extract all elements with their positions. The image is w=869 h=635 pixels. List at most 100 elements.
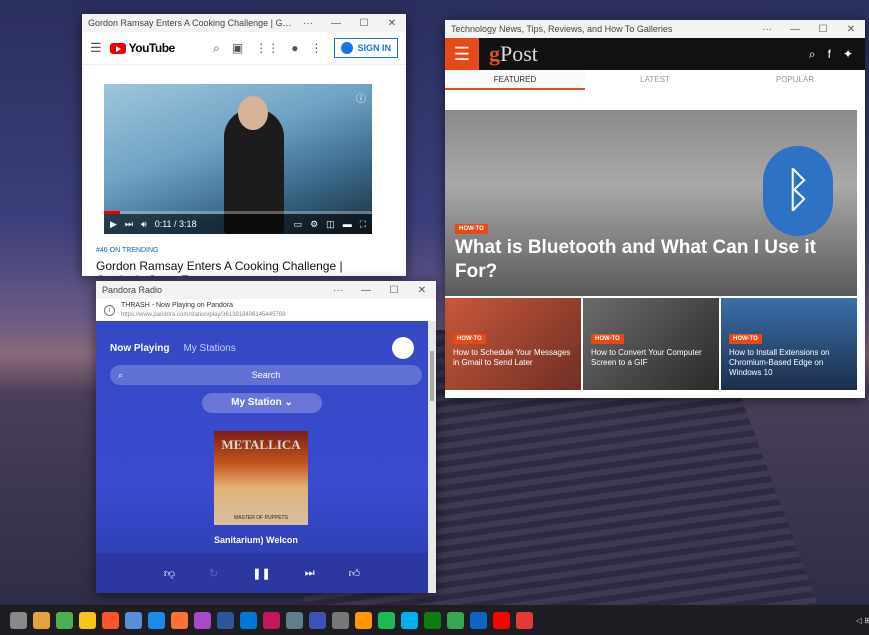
video-camera-icon[interactable]: ▣ [232,41,243,55]
brave-taskbar-icon[interactable] [102,611,119,629]
app3-taskbar-icon[interactable] [355,611,372,629]
minimize-button[interactable]: — [352,285,380,296]
youtube-logo[interactable]: YouTube [109,41,175,55]
scrollbar[interactable] [428,321,436,593]
maximize-button[interactable]: ☐ [380,285,408,296]
hero-tag: HOW-TO [455,224,488,234]
avatar[interactable] [392,337,414,359]
article-card[interactable]: HOW-TO How to Schedule Your Messages in … [445,298,581,390]
close-button[interactable]: ✕ [408,285,436,296]
groovypost-window[interactable]: Technology News, Tips, Reviews, and How … [445,20,865,398]
search-icon: ⌕ [118,370,124,380]
youtube-header: ☰ YouTube ⌕ ▣ ⋮⋮ ● ⋮ SIGN IN [82,32,406,65]
play-icon[interactable]: ▶ [110,219,117,230]
article-card[interactable]: HOW-TO How to Convert Your Computer Scre… [583,298,719,390]
card-title: How to Convert Your Computer Screen to a… [591,348,702,367]
skype-taskbar-icon[interactable] [401,611,418,629]
app-taskbar-icon[interactable] [240,611,257,629]
replay-icon[interactable]: ↻ [209,567,218,580]
settings-taskbar-icon[interactable] [10,611,27,629]
fullscreen-icon[interactable]: ⛶ [360,219,366,230]
spotify-taskbar-icon[interactable] [378,611,395,629]
app5-taskbar-icon[interactable] [516,611,533,629]
pandora-window[interactable]: Pandora Radio ··· — ☐ ✕ i THRASH - Now P… [96,281,436,593]
thumbs-down-icon[interactable]: 👎︎ [164,567,175,580]
pause-icon[interactable]: ❚❚ [252,567,270,580]
menu-icon[interactable]: ☰ [90,40,102,56]
theater-icon[interactable]: ▬ [343,219,352,229]
tab-now-playing[interactable]: Now Playing [110,343,169,354]
edge-taskbar-icon[interactable] [148,611,165,629]
app-grid-taskbar-icon[interactable] [125,611,142,629]
station-name: My Station [231,397,282,408]
twitter-icon[interactable]: ✦ [843,47,853,62]
facebook-icon[interactable]: f [828,47,831,62]
chrome-taskbar-icon[interactable] [56,611,73,629]
more-button[interactable]: ··· [753,24,781,35]
apps-icon[interactable]: ⋮⋮ [255,41,279,55]
more-icon[interactable]: ⋮ [310,41,322,55]
window-title: Technology News, Tips, Reviews, and How … [451,24,673,34]
captions-icon[interactable]: ▭ [294,219,303,230]
calculator-taskbar-icon[interactable] [332,611,349,629]
app4-taskbar-icon[interactable] [470,611,487,629]
close-button[interactable]: ✕ [378,18,406,29]
more-button[interactable]: ··· [324,285,352,296]
youtube-window[interactable]: Gordon Ramsay Enters A Cooking Challenge… [82,14,406,276]
info-icon[interactable]: i [104,304,115,316]
more-button[interactable]: ··· [294,18,322,29]
window-title: Pandora Radio [102,285,163,295]
hero-article[interactable]: ᛒ HOW-TO What is Bluetooth and What Can … [445,110,857,296]
volume-icon[interactable]: 🔊︎ [141,219,147,230]
search-icon[interactable]: ⌕ [809,47,816,62]
site-logo[interactable]: gPost [489,41,538,67]
window-title: Gordon Ramsay Enters A Cooking Challenge… [88,18,294,28]
tab-latest[interactable]: LATEST [585,70,725,90]
titlebar[interactable]: Technology News, Tips, Reviews, and How … [445,20,865,38]
station-selector[interactable]: My Station ⌄ [202,393,322,413]
maximize-button[interactable]: ☐ [350,18,378,29]
trending-label[interactable]: #46 ON TRENDING [96,247,159,254]
minimize-button[interactable]: — [322,18,350,29]
youtube-taskbar-icon[interactable] [493,611,510,629]
maps-taskbar-icon[interactable] [447,611,464,629]
system-tray[interactable]: ◁ ⊞ [856,616,869,625]
search-icon[interactable]: ⌕ [213,41,220,56]
bluetooth-icon: ᛒ [763,146,833,236]
tab-popular[interactable]: POPULAR [725,70,865,90]
card-title: How to Install Extensions on Chromium-Ba… [729,348,830,377]
maximize-button[interactable]: ☐ [809,24,837,35]
titlebar[interactable]: Gordon Ramsay Enters A Cooking Challenge… [82,14,406,32]
app2-taskbar-icon[interactable] [263,611,280,629]
chevron-down-icon: ⌄ [284,397,293,408]
media-taskbar-icon[interactable] [194,611,211,629]
hero-title[interactable]: What is Bluetooth and What Can I Use it … [455,236,855,284]
page-title: THRASH - Now Playing on Pandora [121,301,234,309]
firefox-taskbar-icon[interactable] [171,611,188,629]
xbox-taskbar-icon[interactable] [424,611,441,629]
page-url: https://www.pandora.com/station/play/361… [121,311,286,318]
settings-icon[interactable]: ⚙ [310,219,318,230]
thumbs-up-icon[interactable]: 👍︎ [349,567,361,580]
mail-taskbar-icon[interactable] [286,611,303,629]
word-taskbar-icon[interactable] [217,611,234,629]
video-player[interactable]: ⓘ ▶ ⏭ 🔊︎ 0:11 / 3:18 ▭ ⚙ ◫ ▬ ⛶ [104,84,372,234]
next-icon[interactable]: ⏭ [125,219,133,230]
skip-icon[interactable]: ⏭ [305,567,315,580]
close-button[interactable]: ✕ [837,24,865,35]
search-input[interactable]: ⌕ Search [110,365,422,385]
tab-my-stations[interactable]: My Stations [183,343,235,354]
tab-featured[interactable]: FEATURED [445,70,585,90]
info-icon[interactable]: ⓘ [356,90,366,105]
store-taskbar-icon[interactable] [33,611,50,629]
menu-icon[interactable]: ☰ [445,38,479,70]
sign-in-button[interactable]: SIGN IN [334,38,398,58]
titlebar[interactable]: Pandora Radio ··· — ☐ ✕ [96,281,436,299]
video-frame-head [238,96,268,130]
article-card[interactable]: HOW-TO How to Install Extensions on Chro… [721,298,857,390]
miniplayer-icon[interactable]: ◫ [326,219,335,230]
calendar-taskbar-icon[interactable] [309,611,326,629]
chat-icon[interactable]: ● [291,41,298,55]
weather-taskbar-icon[interactable] [79,611,96,629]
minimize-button[interactable]: — [781,24,809,35]
